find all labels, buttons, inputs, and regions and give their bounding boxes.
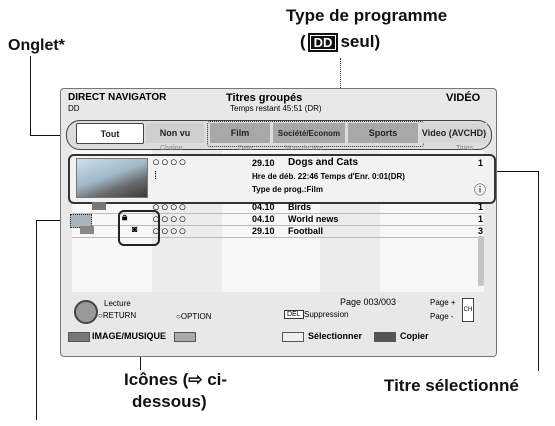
row-date: 04.10	[252, 214, 275, 224]
info-icon[interactable]: ⓘ	[474, 181, 486, 198]
blue-button-swatch	[68, 332, 90, 342]
titre-leader-h	[492, 171, 538, 172]
selected-marks: ○○○○	[152, 154, 188, 169]
scrollbar[interactable]	[478, 236, 484, 286]
selected-thumbnail	[76, 158, 148, 198]
type-programme-callout: Type de programme	[286, 6, 448, 25]
titre-selectionne-callout: Titre sélectionné	[384, 376, 519, 395]
row-date: 04.10	[252, 202, 275, 212]
header-group-title: Titres groupés	[226, 92, 303, 104]
icons-group-frame	[118, 210, 160, 246]
onglet-asterisk: *	[58, 37, 65, 54]
copier-label: Copier	[400, 331, 429, 341]
tab-film[interactable]: Film	[210, 123, 270, 143]
row-date: 29.10	[252, 226, 275, 236]
row-thumbnail	[80, 226, 94, 234]
selected-title-name: Dogs and Cats	[288, 157, 359, 168]
row-count: 3	[478, 226, 484, 236]
row-title: World news	[288, 214, 339, 224]
onglet-leader-v	[30, 56, 31, 136]
del-badge: DEL	[284, 310, 304, 319]
header-mode: VIDÉO	[446, 92, 481, 104]
icones-callout: Icônes (⇨ ci-	[124, 370, 228, 389]
return-label: ○RETURN	[98, 311, 137, 320]
row-title: Football	[288, 226, 323, 236]
image-musique-label: IMAGE/MUSIQUE	[92, 331, 167, 341]
paren-open: (	[300, 32, 306, 51]
column-header-titres: Titres	[456, 145, 474, 152]
page-indicator: Page 003/003	[340, 297, 397, 307]
selected-detail-time: Hre de déb. 22:46 Temps d'Enr. 0:01(DR)	[252, 172, 405, 181]
seul-text: seul)	[340, 32, 381, 51]
column-header-titre: Nom du titre	[285, 145, 324, 152]
row-count: 1	[478, 202, 484, 212]
icones-callout-line2: dessous)	[132, 392, 207, 411]
row-title: Birds	[288, 202, 312, 212]
dpad-icon[interactable]	[74, 300, 98, 324]
page-minus-label: Page -	[430, 312, 454, 321]
column-header-date: Date	[238, 145, 253, 152]
selectionner-label: Sélectionner	[308, 331, 363, 341]
selected-flag-icon: ⁞	[154, 170, 158, 182]
type-programme-callout-line2: ( DD seul)	[300, 32, 380, 52]
header-remaining: Temps restant 45:51 (DR)	[230, 104, 322, 113]
return-text: RETURN	[102, 311, 137, 320]
header-disc-type: DD	[68, 104, 80, 113]
tab-video-avchd[interactable]: Video (AVCHD)	[421, 123, 487, 143]
selected-date: 29.10	[252, 158, 275, 168]
option-label: ○OPTION	[176, 312, 212, 321]
onglet-callout: Onglet*	[8, 37, 65, 55]
thumb-leader	[36, 220, 37, 420]
titre-leader-v	[538, 171, 539, 371]
row-thumbnail	[92, 202, 106, 210]
tab-sports[interactable]: Sports	[348, 123, 418, 143]
onglet-label: Onglet	[8, 37, 59, 54]
selected-detail-type: Type de prog.:Film	[252, 185, 323, 194]
tab-non-vu[interactable]: Non vu	[146, 123, 204, 143]
column-header-chaine: Chaîne	[160, 145, 183, 152]
lecture-label: Lecture	[104, 299, 131, 308]
option-text: OPTION	[180, 312, 212, 321]
page-plus-label: Page +	[430, 298, 456, 307]
dd-badge: DD	[307, 32, 339, 52]
header-title: DIRECT NAVIGATOR	[68, 92, 167, 103]
selected-count: 1	[478, 158, 484, 168]
yellow-button-swatch	[282, 332, 304, 342]
suppression-label: Suppression	[304, 310, 349, 319]
tab-societe-econom[interactable]: Société/Econom	[273, 123, 345, 143]
tab-tout[interactable]: Tout	[76, 123, 144, 144]
row-count: 1	[478, 214, 484, 224]
red-button-swatch	[174, 332, 196, 342]
green-button-swatch	[374, 332, 396, 342]
ch-button[interactable]: CH	[462, 298, 474, 322]
